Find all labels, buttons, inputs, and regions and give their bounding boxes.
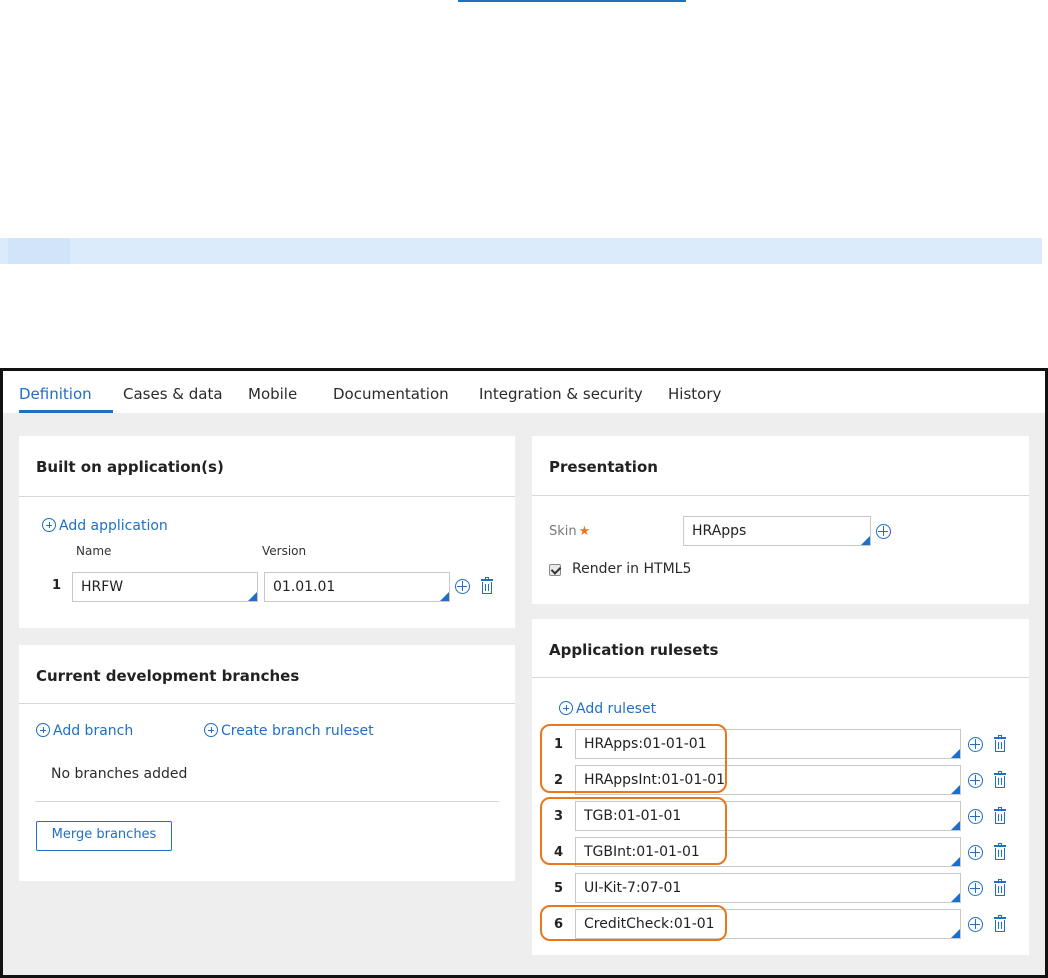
plus-icon [559,701,573,715]
trash-icon[interactable] [481,577,493,594]
divider [19,703,515,704]
active-tab-indicator [19,410,113,413]
required-star-icon: ★ [578,524,591,539]
application-name-field[interactable]: HRFW [72,572,258,602]
render-html5-checkbox[interactable] [549,564,561,576]
trash-icon[interactable] [994,807,1006,824]
add-branch-link[interactable]: Add branch [36,723,133,739]
highlight-box-tgb [540,797,727,865]
no-branches-text: No branches added [51,766,188,782]
rulesets-panel: Application rulesets Add ruleset 1 HRApp… [532,619,1029,955]
presentation-panel: Presentation Skin ★ HRApps Render in HTML… [532,436,1029,604]
rulesets-title: Application rulesets [549,641,719,659]
plus-icon [204,723,218,737]
tab-bar: Definition Cases & data Mobile Documenta… [3,371,1045,413]
crosshair-icon[interactable] [968,809,983,824]
tab-history[interactable]: History [668,385,721,403]
name-column-header: Name [76,544,112,558]
trash-icon[interactable] [994,843,1006,860]
render-html5-label: Render in HTML5 [572,561,692,577]
presentation-title: Presentation [549,458,658,476]
skin-label: Skin ★ [549,524,590,539]
plus-icon [42,518,56,532]
tab-definition[interactable]: Definition [19,385,92,403]
application-version-field[interactable]: 01.01.01 [264,572,450,602]
add-application-label: Add application [59,518,168,534]
info-strip [0,238,1042,264]
add-branch-label: Add branch [53,723,134,739]
plus-icon [36,723,50,737]
tab-documentation[interactable]: Documentation [333,385,449,403]
crosshair-icon[interactable] [968,737,983,752]
crosshair-icon[interactable] [455,579,470,594]
built-on-panel: Built on application(s) Add application … [19,436,515,628]
divider [532,495,1029,496]
highlight-box-hrapps [540,724,727,793]
divider [19,496,515,497]
add-ruleset-link[interactable]: Add ruleset [559,701,656,717]
info-strip-marker [8,238,70,264]
trash-icon[interactable] [994,771,1006,788]
add-ruleset-label: Add ruleset [576,701,657,717]
skin-field[interactable]: HRApps [683,516,871,546]
version-column-header: Version [262,544,307,558]
create-branch-ruleset-label: Create branch ruleset [221,723,374,739]
crosshair-icon[interactable] [968,881,983,896]
skin-label-text: Skin [549,524,577,539]
divider [532,677,1029,678]
row-number: 5 [554,881,564,896]
trash-icon[interactable] [994,735,1006,752]
tab-integration-security[interactable]: Integration & security [479,385,643,403]
tab-cases-data[interactable]: Cases & data [123,385,223,403]
row-number: 1 [52,578,62,593]
trash-icon[interactable] [994,915,1006,932]
ruleset-field[interactable]: UI-Kit-7:07-01 [575,873,961,903]
merge-branches-button[interactable]: Merge branches [36,821,172,851]
built-on-title: Built on application(s) [36,458,224,476]
crosshair-icon[interactable] [876,524,891,539]
divider [35,801,499,802]
add-application-link[interactable]: Add application [42,518,168,534]
crosshair-icon[interactable] [968,917,983,932]
create-branch-ruleset-link[interactable]: Create branch ruleset [204,723,374,739]
crosshair-icon[interactable] [968,845,983,860]
tab-mobile[interactable]: Mobile [248,385,297,403]
highlight-box-creditcheck [540,905,727,941]
crosshair-icon[interactable] [968,773,983,788]
trash-icon[interactable] [994,879,1006,896]
branches-title: Current development branches [36,667,300,685]
branches-panel: Current development branches Add branch … [19,645,515,881]
top-link-underline [458,0,686,2]
application-form: Definition Cases & data Mobile Documenta… [0,368,1048,978]
